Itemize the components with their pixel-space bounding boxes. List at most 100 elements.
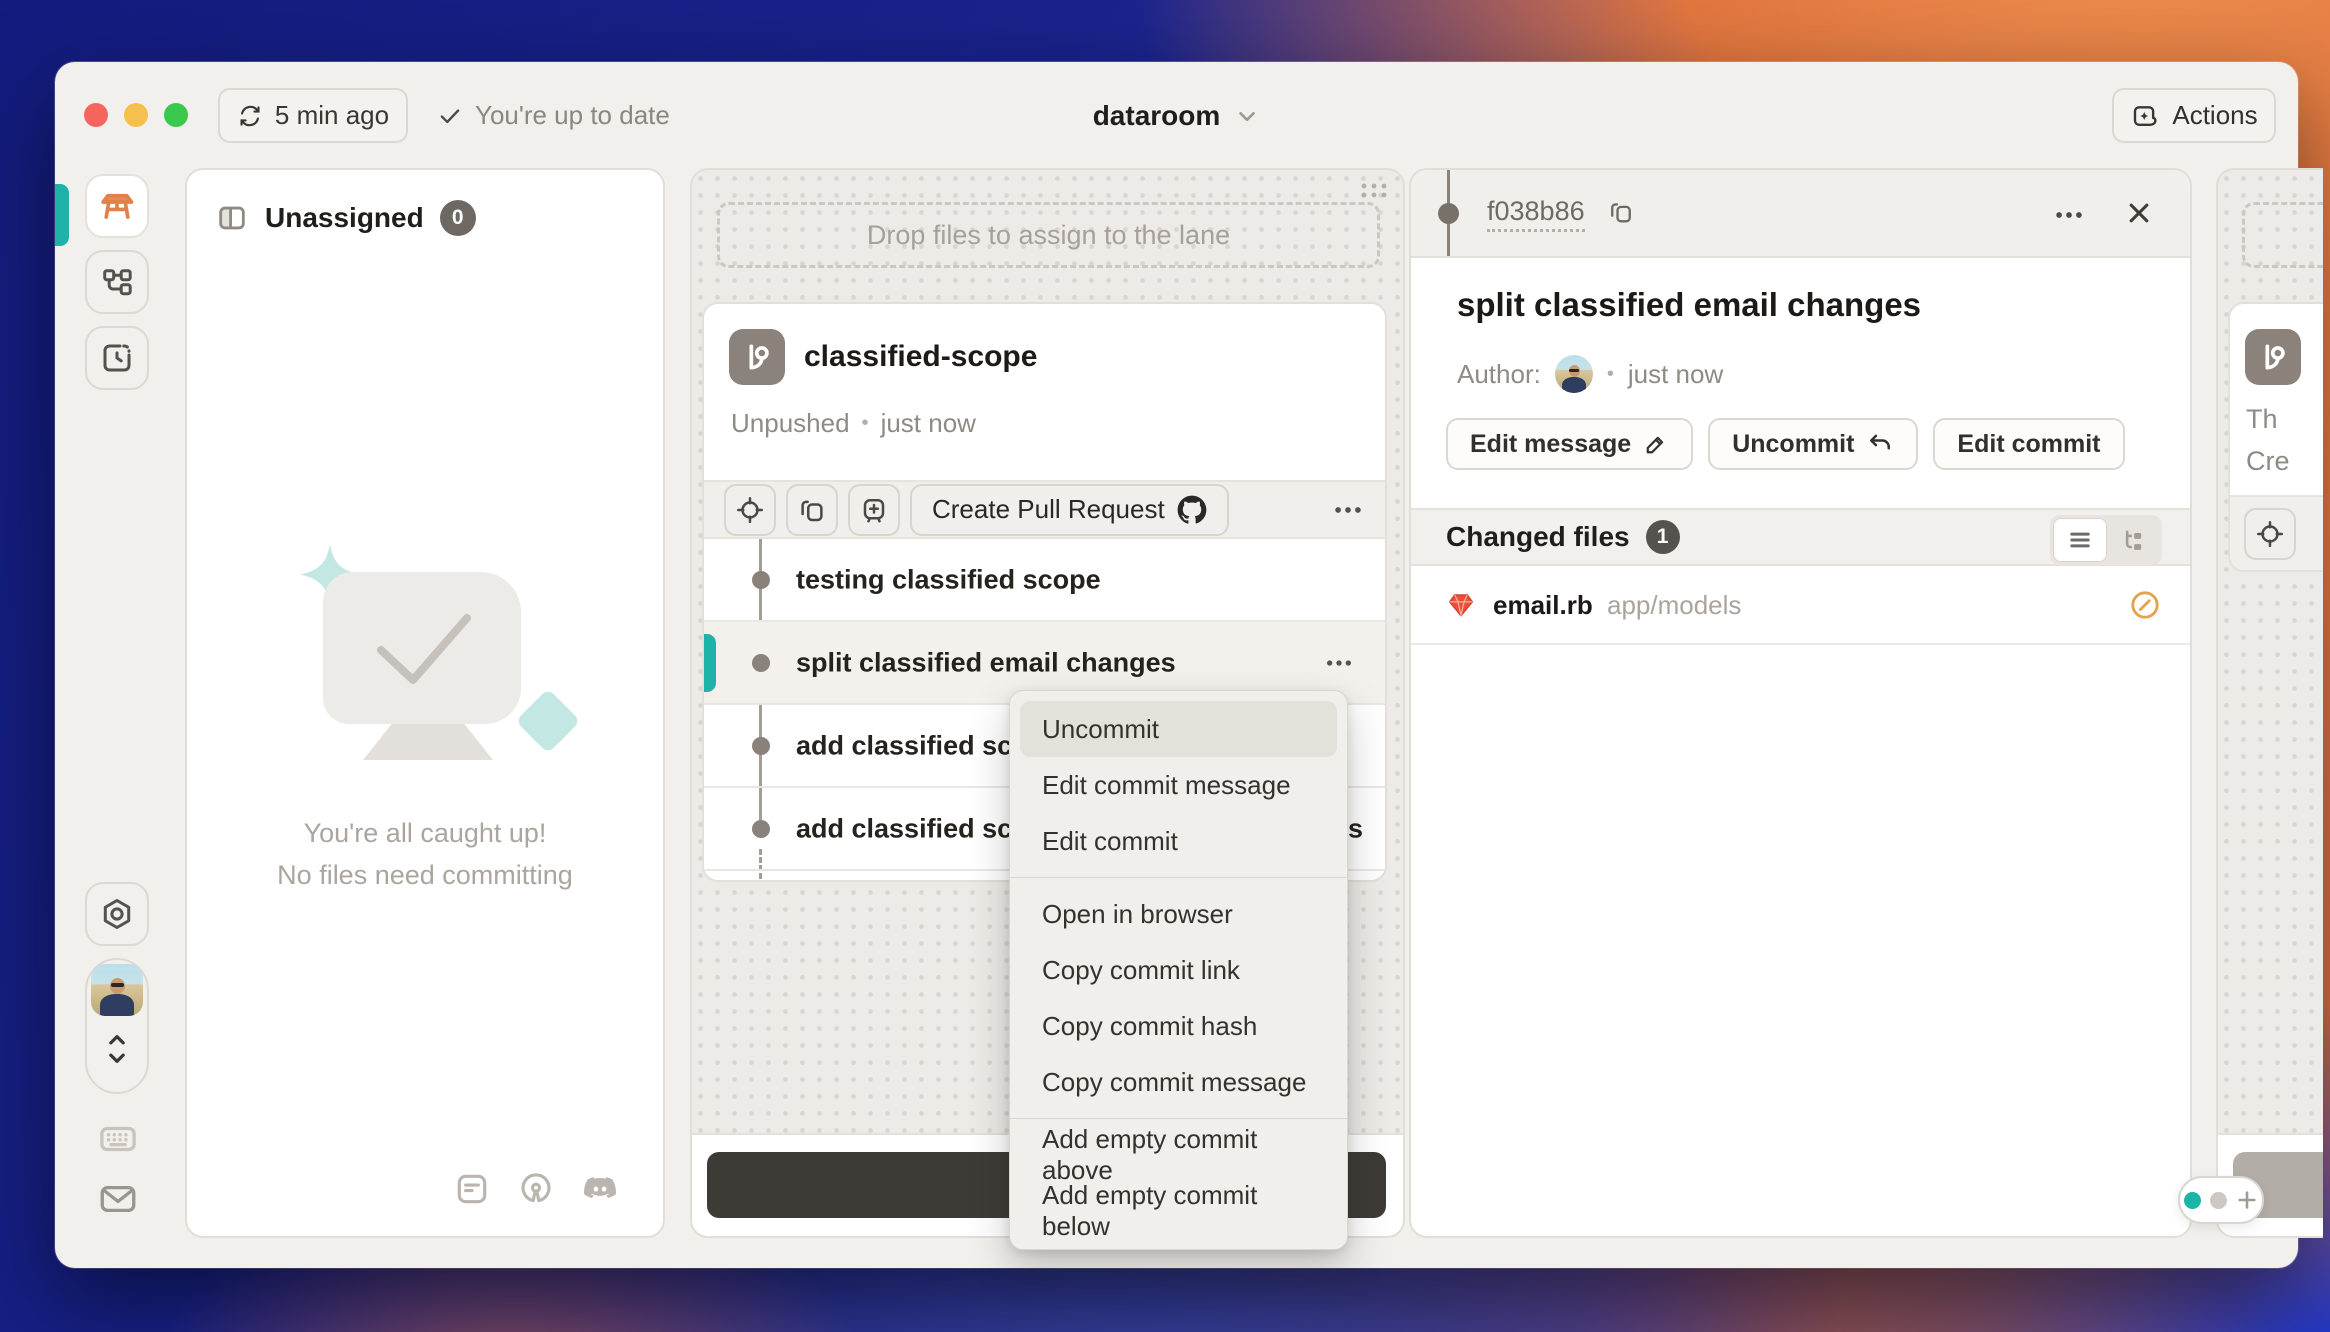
edit-commit-label: Edit commit <box>1957 430 2100 459</box>
menu-divider <box>1010 877 1347 878</box>
unassigned-panel: Unassigned 0 You're all caught up! No fi… <box>185 168 665 1238</box>
menu-item-add-empty-commit-below[interactable]: Add empty commit below <box>1020 1183 1337 1239</box>
mail-icon <box>97 1178 139 1220</box>
menu-item-add-empty-commit-above[interactable]: Add empty commit above <box>1020 1127 1337 1183</box>
commit-message: add classified sc <box>796 813 1012 844</box>
avatar <box>91 964 143 1016</box>
sidebar-item-workspace[interactable] <box>85 174 149 238</box>
lane-next: Th Cre <box>2216 168 2323 1238</box>
close-icon[interactable] <box>2122 196 2156 230</box>
panel-split-icon <box>215 201 249 235</box>
commit-hash[interactable]: f038b86 <box>1487 196 1585 232</box>
target-commit-button[interactable] <box>2244 508 2296 560</box>
commit-row[interactable]: testing classified scope <box>704 539 1385 622</box>
lane-pager <box>2178 1176 2264 1224</box>
unassigned-header: Unassigned 0 <box>215 200 476 236</box>
commit-context-menu: Uncommit Edit commit message Edit commit… <box>1009 690 1348 1250</box>
edit-message-label: Edit message <box>1470 430 1631 459</box>
sidebar-item-history[interactable] <box>85 326 149 390</box>
active-tab-indicator <box>55 184 69 246</box>
unassigned-count-badge: 0 <box>440 200 476 236</box>
commit-message: testing classified scope <box>796 564 1101 595</box>
commit-actions: Edit message Uncommit Edit commit <box>1446 418 2125 470</box>
release-notes-icon[interactable] <box>453 1170 491 1208</box>
settings-button[interactable] <box>85 882 149 946</box>
file-name: email.rb <box>1493 590 1593 621</box>
selected-commit-indicator <box>704 634 716 692</box>
edit-commit-button[interactable]: Edit commit <box>1933 418 2124 470</box>
open-source-icon[interactable] <box>517 1170 555 1208</box>
branch-time: just now <box>881 408 976 439</box>
empty-state-subtitle: No files need committing <box>187 860 663 891</box>
author-row: Author: • just now <box>1457 352 1723 396</box>
commit-dot <box>752 571 770 589</box>
branch-icon <box>2245 329 2301 385</box>
copy-hash-icon[interactable] <box>1607 198 1635 226</box>
unassigned-title: Unassigned <box>265 202 424 234</box>
ruby-file-icon <box>1446 590 1476 620</box>
commit-details-header: f038b86 <box>1411 170 2190 258</box>
lane-pager-dot-active[interactable] <box>2184 1192 2201 1209</box>
commit-dot <box>752 737 770 755</box>
author-label: Author: <box>1457 359 1541 390</box>
github-icon <box>1177 495 1207 525</box>
lane-dropzone[interactable]: Drop files to assign to the lane <box>717 202 1380 268</box>
gear-icon <box>99 896 135 932</box>
desktop-wallpaper: 5 min ago You're up to date dataroom Act… <box>0 0 2330 1332</box>
branch-icon <box>729 329 785 385</box>
commit-kebab-icon[interactable] <box>1323 647 1355 679</box>
list-view-button[interactable] <box>2053 518 2107 562</box>
commit-message-overflow: s <box>1348 813 1363 844</box>
drag-handle-icon[interactable] <box>1357 180 1391 202</box>
diamond-shape <box>515 688 580 753</box>
add-dependent-branch-button[interactable] <box>848 484 900 536</box>
monitor-stand <box>363 724 493 760</box>
feedback-button[interactable] <box>97 1178 139 1220</box>
monitor-shape <box>323 572 521 724</box>
menu-item-copy-commit-message[interactable]: Copy commit message <box>1020 1054 1337 1110</box>
discord-icon[interactable] <box>581 1170 619 1208</box>
branch-kebab-icon[interactable] <box>1331 493 1365 527</box>
duplicate-branch-button[interactable] <box>786 484 838 536</box>
target-commit-button[interactable] <box>724 484 776 536</box>
next-lane-dropzone[interactable] <box>2242 202 2323 268</box>
lane-pager-dot[interactable] <box>2210 1192 2227 1209</box>
commit-dot <box>752 820 770 838</box>
branches-icon <box>99 264 135 300</box>
keyboard-shortcuts-button[interactable] <box>97 1118 139 1160</box>
details-kebab-icon[interactable] <box>2052 198 2086 232</box>
changed-file-row[interactable]: email.rb app/models <box>1411 566 2190 645</box>
menu-item-edit-commit[interactable]: Edit commit <box>1020 813 1337 869</box>
project-switcher[interactable]: dataroom <box>55 88 2298 143</box>
actions-button[interactable]: Actions <box>2112 88 2276 143</box>
app-window: 5 min ago You're up to date dataroom Act… <box>55 62 2298 1268</box>
branch-toolbar: Create Pull Request <box>704 480 1385 539</box>
changed-files-header: Changed files 1 <box>1411 508 2190 566</box>
keyboard-icon <box>97 1118 139 1160</box>
edit-message-button[interactable]: Edit message <box>1446 418 1693 470</box>
sidebar-item-branches[interactable] <box>85 250 149 314</box>
commit-message: split classified email changes <box>796 647 1176 678</box>
pencil-icon <box>1643 431 1669 457</box>
menu-item-copy-commit-hash[interactable]: Copy commit hash <box>1020 998 1337 1054</box>
menu-item-uncommit[interactable]: Uncommit <box>1020 701 1337 757</box>
commit-title: split classified email changes <box>1457 286 1921 324</box>
menu-item-open-in-browser[interactable]: Open in browser <box>1020 886 1337 942</box>
chevron-up-down-icon <box>102 1028 132 1070</box>
panel-footer-links <box>453 1170 619 1208</box>
uncommit-button[interactable]: Uncommit <box>1708 418 1918 470</box>
user-menu[interactable] <box>85 958 149 1094</box>
menu-item-copy-commit-link[interactable]: Copy commit link <box>1020 942 1337 998</box>
commit-details-panel: f038b86 split classified email changes A… <box>1409 168 2192 1238</box>
branch-name[interactable]: classified-scope <box>804 340 1037 374</box>
next-branch-card[interactable]: Th Cre <box>2228 302 2323 572</box>
chevron-down-icon <box>1234 103 1260 129</box>
next-branch-text-line1: Th <box>2246 404 2278 435</box>
project-name: dataroom <box>1093 100 1221 132</box>
modified-status-icon <box>2128 588 2162 622</box>
menu-item-edit-commit-message[interactable]: Edit commit message <box>1020 757 1337 813</box>
actions-sparkle-icon <box>2130 101 2160 131</box>
add-lane-plus-icon[interactable] <box>2236 1189 2258 1211</box>
tree-view-button[interactable] <box>2107 519 2159 561</box>
create-pull-request-button[interactable]: Create Pull Request <box>910 484 1229 536</box>
